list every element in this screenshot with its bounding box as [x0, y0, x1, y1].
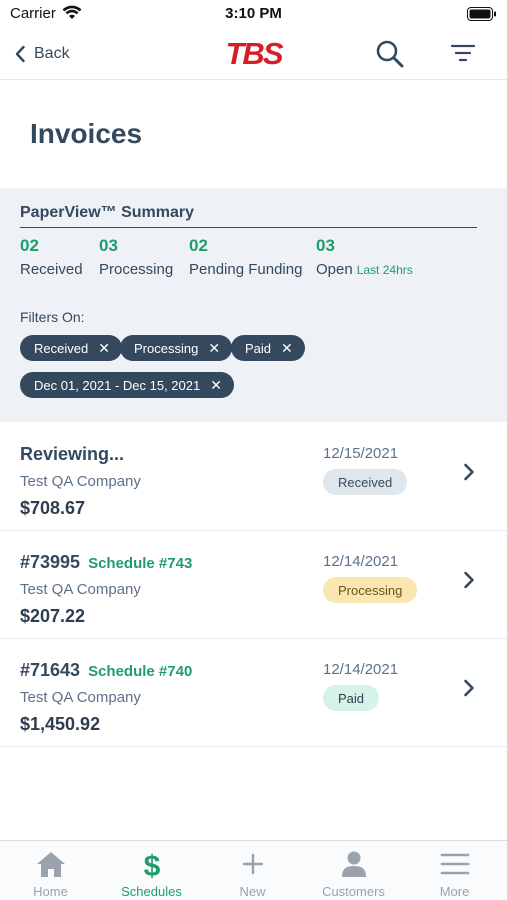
- stat-count: 03: [316, 236, 335, 255]
- battery-icon: [467, 7, 496, 21]
- invoice-row[interactable]: #73995 Schedule #743 Test QA Company $207…: [0, 531, 507, 639]
- stat-label: Open Last 24hrs: [316, 261, 413, 278]
- invoice-date: 12/14/2021: [323, 553, 399, 570]
- back-button[interactable]: Back: [14, 42, 70, 66]
- status-bar: Carrier 3:10 PM: [0, 0, 507, 28]
- navigation-bar: Back TBS: [0, 28, 507, 80]
- chevron-right-icon[interactable]: [462, 569, 476, 591]
- stat-received: 02 Received: [20, 236, 83, 278]
- stat-label: Received: [20, 261, 83, 278]
- paperview-summary: PaperView™ Summary 02 Received 03 Proces…: [0, 188, 507, 422]
- invoice-company: Test QA Company: [20, 689, 141, 706]
- stat-count: 03: [99, 236, 118, 255]
- invoice-amount: $708.67: [20, 498, 86, 518]
- person-icon: [342, 851, 366, 877]
- tab-customers[interactable]: Customers: [303, 841, 404, 900]
- tab-label: Schedules: [121, 884, 182, 899]
- close-icon[interactable]: ✕: [210, 377, 222, 394]
- invoice-id: #73995 Schedule #743: [20, 552, 193, 572]
- status-badge: Paid: [323, 685, 380, 711]
- page-title: Invoices: [30, 118, 143, 149]
- tab-label: New: [239, 884, 266, 899]
- stat-count: 02: [20, 236, 39, 255]
- home-icon: [37, 852, 65, 877]
- chevron-right-icon[interactable]: [462, 461, 476, 483]
- invoice-amount: $1,450.92: [20, 714, 101, 734]
- tab-schedules[interactable]: $ Schedules: [101, 841, 202, 900]
- dollar-icon: $: [144, 850, 161, 879]
- stat-label: Pending Funding: [189, 261, 303, 278]
- chip-label: Paid: [245, 340, 272, 356]
- invoice-row[interactable]: #71643 Schedule #740 Test QA Company $1,4…: [0, 639, 507, 747]
- close-icon[interactable]: ✕: [208, 340, 220, 357]
- invoice-row[interactable]: Reviewing... Test QA Company $708.67 12/…: [0, 423, 507, 531]
- invoice-date: 12/15/2021: [323, 445, 399, 462]
- status-badge: Received: [323, 469, 408, 495]
- invoice-company: Test QA Company: [20, 473, 141, 490]
- close-icon[interactable]: ✕: [98, 340, 110, 357]
- search-icon[interactable]: [374, 38, 406, 70]
- tab-bar: Home $ Schedules New Customers More: [0, 840, 507, 900]
- tab-label: Home: [33, 884, 68, 899]
- clock-label: 3:10 PM: [225, 5, 282, 22]
- status-badge: Processing: [323, 577, 418, 603]
- chevron-right-icon[interactable]: [462, 677, 476, 699]
- invoice-schedule: Schedule #740: [88, 663, 193, 680]
- back-label: Back: [34, 45, 70, 62]
- stat-open: 03 Open Last 24hrs: [316, 236, 413, 278]
- tab-more[interactable]: More: [404, 841, 505, 900]
- tab-label: Customers: [322, 884, 385, 899]
- invoice-schedule: Schedule #743: [88, 555, 193, 572]
- chip-label: Received: [34, 340, 89, 356]
- filter-icon[interactable]: [448, 38, 478, 68]
- filters-label: Filters On:: [20, 309, 85, 325]
- svg-text:$: $: [144, 850, 161, 879]
- tab-home[interactable]: Home: [0, 841, 101, 900]
- close-icon[interactable]: ✕: [281, 340, 293, 357]
- summary-divider: [20, 227, 477, 228]
- plus-icon: [242, 853, 264, 875]
- menu-icon: [440, 853, 470, 875]
- chip-label: Processing: [134, 340, 199, 356]
- filter-chip-date-range[interactable]: Dec 01, 2021 - Dec 15, 2021 ✕: [20, 372, 234, 398]
- stat-label: Processing: [99, 261, 174, 278]
- chip-label: Dec 01, 2021 - Dec 15, 2021: [34, 377, 201, 393]
- stat-open-label: Open: [316, 261, 353, 278]
- stat-pending-funding: 02 Pending Funding: [189, 236, 302, 278]
- tab-new[interactable]: New: [202, 841, 303, 900]
- tbs-logo: TBS: [225, 36, 284, 71]
- stat-count: 02: [189, 236, 208, 255]
- chevron-left-icon: [15, 45, 25, 63]
- filter-chip-processing[interactable]: Processing ✕: [120, 335, 233, 361]
- invoice-company: Test QA Company: [20, 581, 141, 598]
- stat-open-sub: Last 24hrs: [356, 263, 413, 277]
- invoice-amount: $207.22: [20, 606, 86, 626]
- summary-title: PaperView™ Summary: [20, 204, 195, 221]
- invoice-date: 12/14/2021: [323, 661, 399, 678]
- stat-processing: 03 Processing: [99, 236, 173, 278]
- invoice-id: Reviewing...: [20, 444, 125, 464]
- filter-chip-paid[interactable]: Paid ✕: [231, 335, 305, 361]
- invoice-id: #71643 Schedule #740: [20, 660, 193, 680]
- tab-label: More: [439, 884, 470, 899]
- filter-chip-received[interactable]: Received ✕: [20, 335, 122, 361]
